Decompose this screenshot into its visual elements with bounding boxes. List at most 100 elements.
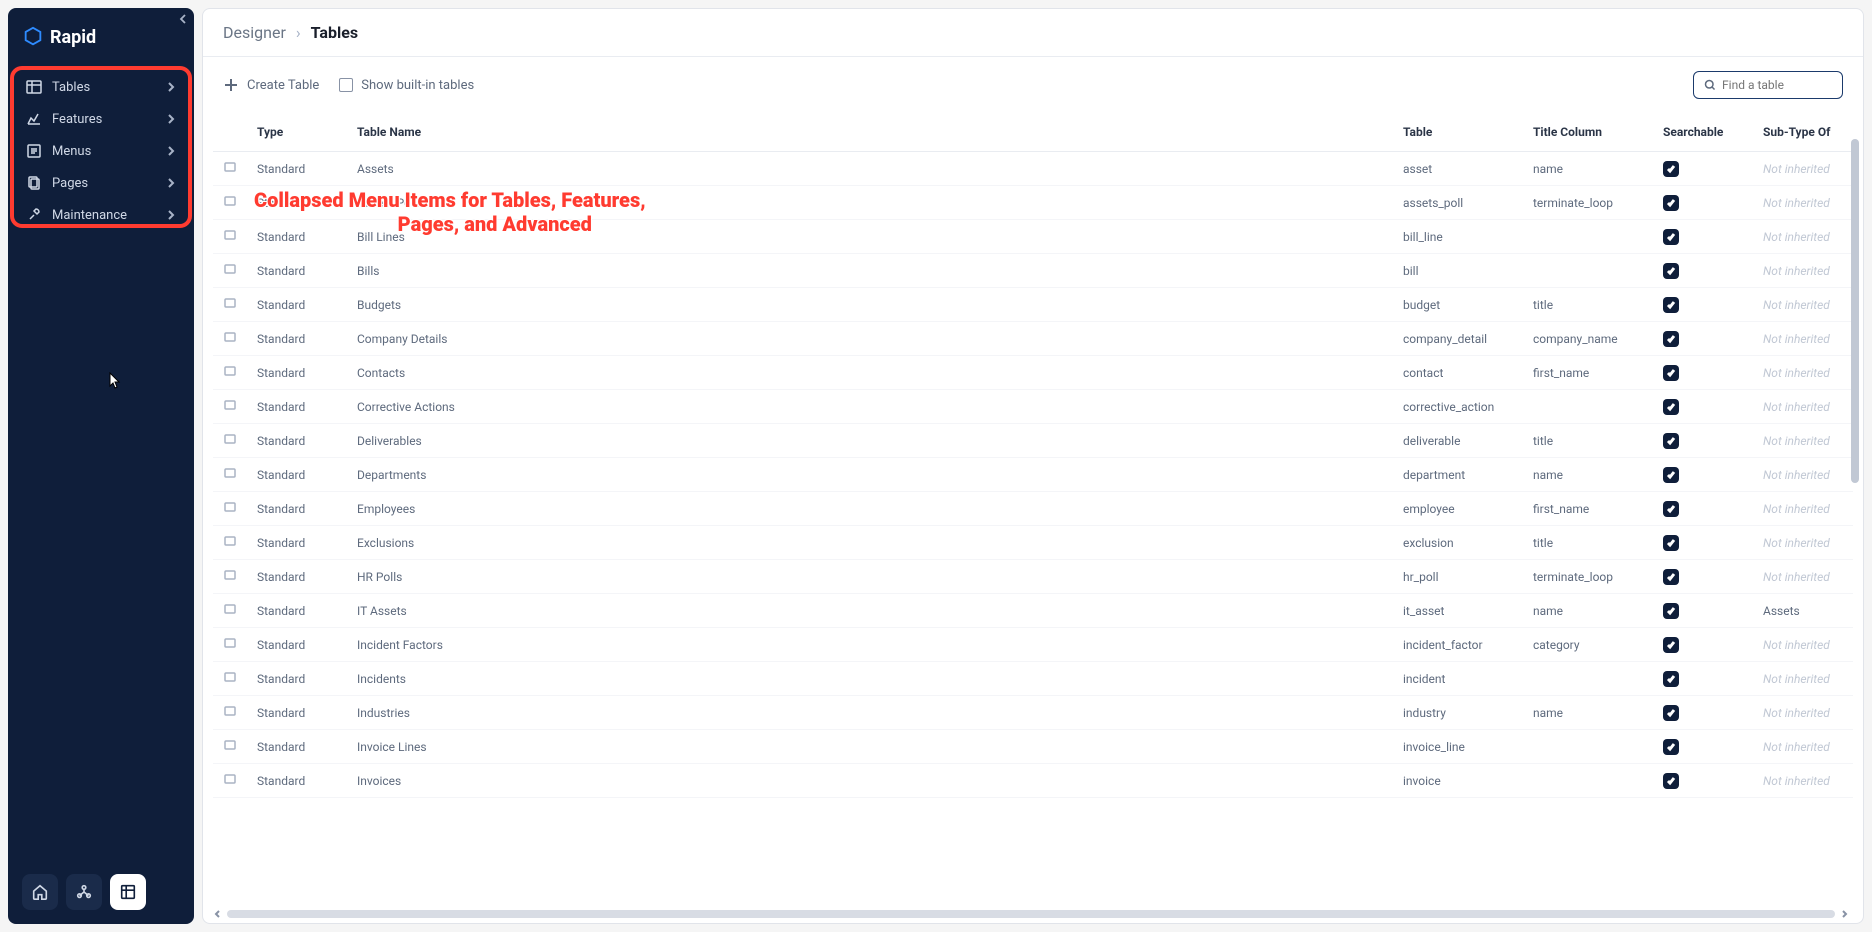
cell-table: bill_line	[1393, 220, 1523, 254]
cell-type: Standard	[247, 390, 347, 424]
sidebar-item-menus[interactable]: Menus	[16, 136, 186, 166]
table-row[interactable]: StandardDepartmentsdepartmentnameNot inh…	[213, 458, 1853, 492]
col-icon	[213, 113, 247, 152]
cell-table: budget	[1393, 288, 1523, 322]
table-row[interactable]: StandardExclusionsexclusiontitleNot inhe…	[213, 526, 1853, 560]
org-button[interactable]	[66, 874, 102, 910]
not-inherited-label: Not inherited	[1763, 230, 1830, 244]
show-builtin-label: Show built-in tables	[361, 78, 474, 93]
cell-name: HR Polls	[347, 560, 1393, 594]
checkbox-checked-icon	[1663, 161, 1679, 177]
table-row[interactable]: StandardIncident Factorsincident_factorc…	[213, 628, 1853, 662]
breadcrumb-parent[interactable]: Designer	[223, 23, 286, 42]
checkbox-checked-icon	[1663, 535, 1679, 551]
table-row[interactable]: StandardAssetsassetnameNot inherited	[213, 152, 1853, 186]
logo: Rapid	[8, 8, 194, 72]
nav-label: Tables	[52, 80, 156, 95]
cell-title: company_name	[1523, 322, 1653, 356]
row-type-icon	[223, 704, 237, 718]
table-row[interactable]: StandardInvoicesinvoiceNot inherited	[213, 764, 1853, 798]
cell-type: Standard	[247, 458, 347, 492]
cell-table: company_detail	[1393, 322, 1523, 356]
cell-table: industry	[1393, 696, 1523, 730]
col-type[interactable]: Type	[247, 113, 347, 152]
cell-name: Contacts	[347, 356, 1393, 390]
table-row[interactable]: StandardBudgetsbudgettitleNot inherited	[213, 288, 1853, 322]
scrollbar-vertical[interactable]	[1851, 139, 1859, 903]
cell-type: Standard	[247, 254, 347, 288]
sidebar-item-tables[interactable]: Tables	[16, 72, 186, 102]
cell-subtype: Not inherited	[1753, 186, 1853, 220]
cell-type: Standard	[247, 594, 347, 628]
not-inherited-label: Not inherited	[1763, 672, 1830, 686]
col-table[interactable]: Table	[1393, 113, 1523, 152]
chevron-right-icon	[166, 114, 176, 124]
cell-title: first_name	[1523, 356, 1653, 390]
table-row[interactable]: StandardCorrective Actionscorrective_act…	[213, 390, 1853, 424]
table-row[interactable]: StandardContactscontactfirst_nameNot inh…	[213, 356, 1853, 390]
col-subtype[interactable]: Sub-Type Of	[1753, 113, 1853, 152]
cell-title: title	[1523, 424, 1653, 458]
search-box[interactable]	[1693, 71, 1843, 99]
cell-searchable	[1653, 186, 1753, 220]
create-table-button[interactable]: Create Table	[223, 77, 319, 93]
cell-subtype: Assets	[1753, 594, 1853, 628]
cell-searchable	[1653, 424, 1753, 458]
cell-name: Invoice Lines	[347, 730, 1393, 764]
table-row[interactable]: StandardIndustriesindustrynameNot inheri…	[213, 696, 1853, 730]
sidebar-item-pages[interactable]: Pages	[16, 168, 186, 198]
cell-searchable	[1653, 356, 1753, 390]
designer-button[interactable]	[110, 874, 146, 910]
table-row[interactable]: StandardInvoice Linesinvoice_lineNot inh…	[213, 730, 1853, 764]
cell-title: terminate_loop	[1523, 560, 1653, 594]
sidebar-collapse-button[interactable]	[178, 14, 188, 27]
checkbox-checked-icon	[1663, 739, 1679, 755]
cell-type: Standard	[247, 628, 347, 662]
checkbox-checked-icon	[1663, 229, 1679, 245]
search-input[interactable]	[1722, 78, 1832, 92]
table-icon	[26, 79, 42, 95]
table-row[interactable]: StandardIT Assetsit_assetnameAssets	[213, 594, 1853, 628]
cell-title	[1523, 730, 1653, 764]
cell-table: exclusion	[1393, 526, 1523, 560]
row-type-icon	[223, 330, 237, 344]
cell-subtype: Not inherited	[1753, 254, 1853, 288]
checkbox-checked-icon	[1663, 263, 1679, 279]
sidebar-item-maintenance[interactable]: Maintenance	[16, 200, 186, 230]
table-row[interactable]: StandardCompany Detailscompany_detailcom…	[213, 322, 1853, 356]
cell-subtype: Not inherited	[1753, 424, 1853, 458]
sidebar-item-features[interactable]: Features	[16, 104, 186, 134]
cell-table: corrective_action	[1393, 390, 1523, 424]
table-row[interactable]: StandardHR Pollshr_pollterminate_loopNot…	[213, 560, 1853, 594]
col-searchable[interactable]: Searchable	[1653, 113, 1753, 152]
cell-title: name	[1523, 594, 1653, 628]
not-inherited-label: Not inherited	[1763, 332, 1830, 346]
cell-type: Standard	[247, 322, 347, 356]
cell-subtype: Not inherited	[1753, 458, 1853, 492]
table-row[interactable]: StandardIncidentsincidentNot inherited	[213, 662, 1853, 696]
not-inherited-label: Not inherited	[1763, 162, 1830, 176]
nav-label: Menus	[52, 144, 156, 159]
col-name[interactable]: Table Name	[347, 113, 1393, 152]
table-row[interactable]: StandardBillsbillNot inherited	[213, 254, 1853, 288]
table-row[interactable]: StandardDeliverablesdeliverabletitleNot …	[213, 424, 1853, 458]
cell-title: first_name	[1523, 492, 1653, 526]
checkbox-checked-icon	[1663, 501, 1679, 517]
table-row[interactable]: StandardEmployeesemployeefirst_nameNot i…	[213, 492, 1853, 526]
cell-name: Departments	[347, 458, 1393, 492]
search-icon	[1704, 78, 1716, 92]
cell-searchable	[1653, 254, 1753, 288]
nav: Tables Features Menus Pages Maintenance	[8, 72, 194, 860]
scrollbar-horizontal[interactable]	[213, 909, 1849, 919]
show-builtin-toggle[interactable]: Show built-in tables	[339, 78, 474, 93]
cell-searchable	[1653, 594, 1753, 628]
home-button[interactable]	[22, 874, 58, 910]
cell-table: incident_factor	[1393, 628, 1523, 662]
checkbox-checked-icon	[1663, 433, 1679, 449]
not-inherited-label: Not inherited	[1763, 740, 1830, 754]
cell-type: Standard	[247, 152, 347, 186]
cell-searchable	[1653, 152, 1753, 186]
checkbox-checked-icon	[1663, 467, 1679, 483]
cell-type: Standard	[247, 730, 347, 764]
col-title[interactable]: Title Column	[1523, 113, 1653, 152]
